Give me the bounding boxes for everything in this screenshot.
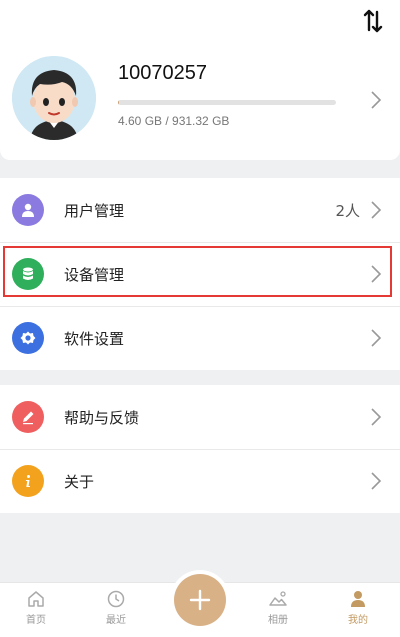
- chevron-right-icon: [371, 408, 382, 426]
- pencil-icon: [12, 401, 44, 433]
- menu-item-user-management[interactable]: 用户管理 2人: [0, 178, 400, 242]
- gear-icon: [12, 322, 44, 354]
- user-id: 10070257: [118, 62, 207, 84]
- highlight-box: [3, 246, 392, 297]
- menu-item-label: 关于: [64, 473, 95, 491]
- cartoon-boy-avatar-icon: [12, 56, 96, 140]
- menu-item-label: 用户管理: [64, 202, 125, 220]
- avatar[interactable]: [12, 56, 96, 140]
- menu-item-software-settings[interactable]: 软件设置: [0, 306, 400, 370]
- tab-label: 我的: [348, 615, 368, 626]
- tab-album[interactable]: 相册: [248, 587, 308, 631]
- menu-item-about[interactable]: 关于: [0, 449, 400, 513]
- plus-icon: [189, 589, 211, 611]
- chevron-right-icon[interactable]: [370, 90, 382, 110]
- tab-label: 首页: [26, 615, 46, 626]
- storage-text: 4.60 GB / 931.32 GB: [118, 114, 230, 128]
- top-bar: [0, 0, 400, 42]
- tab-mine[interactable]: 我的: [328, 587, 388, 631]
- menu-item-help-feedback[interactable]: 帮助与反馈: [0, 385, 400, 449]
- chevron-right-icon: [371, 329, 382, 347]
- menu-item-label: 软件设置: [64, 330, 125, 348]
- profile-card[interactable]: 10070257 4.60 GB / 931.32 GB: [0, 42, 400, 160]
- tab-home[interactable]: 首页: [6, 587, 66, 631]
- storage-progress-fill: [118, 100, 120, 105]
- tab-recent[interactable]: 最近: [86, 587, 146, 631]
- info-icon: [12, 465, 44, 497]
- sort-arrows-icon[interactable]: [362, 8, 384, 34]
- tab-label: 相册: [268, 615, 288, 626]
- menu-group-2: 帮助与反馈 关于: [0, 385, 400, 513]
- user-count: 2人: [335, 202, 360, 220]
- user-icon: [12, 194, 44, 226]
- photo-icon: [269, 591, 287, 606]
- menu-item-label: 帮助与反馈: [64, 409, 140, 427]
- chevron-right-icon: [371, 201, 382, 219]
- add-button[interactable]: [174, 574, 226, 626]
- storage-progress-bar: [118, 100, 336, 105]
- home-icon: [28, 591, 44, 607]
- clock-icon: [107, 590, 125, 608]
- chevron-right-icon: [371, 472, 382, 490]
- profile-icon: [351, 591, 365, 607]
- tab-label: 最近: [106, 615, 126, 626]
